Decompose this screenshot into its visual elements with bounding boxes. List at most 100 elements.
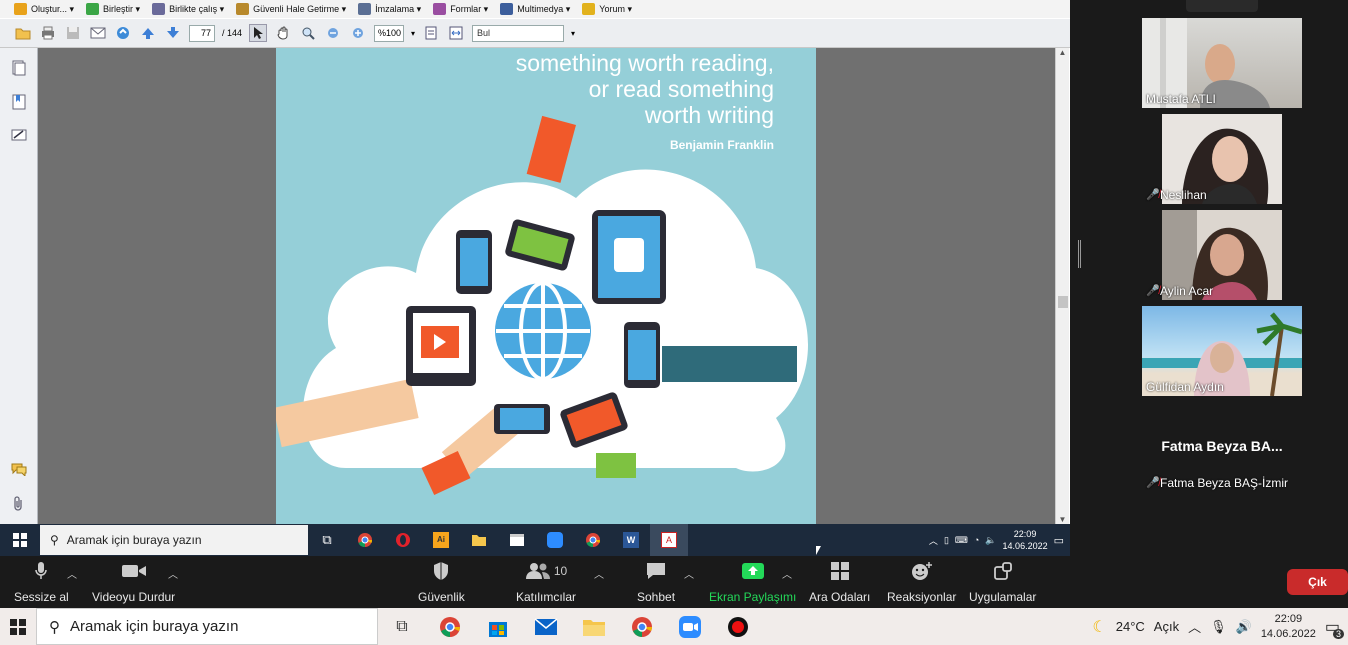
- participant-tile[interactable]: 🎤̸ Aylin Acar: [1142, 210, 1302, 300]
- fit-width-icon[interactable]: [447, 24, 465, 42]
- share-options-chevron-icon[interactable]: ︿: [782, 566, 792, 581]
- menu-combine[interactable]: Birleştir ▾: [86, 3, 140, 15]
- open-folder-icon[interactable]: [14, 24, 32, 42]
- zoom-dropdown-icon[interactable]: ▾: [411, 29, 415, 38]
- leave-meeting-button[interactable]: Çık: [1287, 569, 1348, 595]
- form-icon: [433, 3, 447, 15]
- wifi-icon[interactable]: ◔: [974, 535, 979, 545]
- scrollbar-thumb[interactable]: [1058, 296, 1068, 308]
- illustrator-icon[interactable]: Ai: [422, 524, 460, 556]
- acrobat-icon[interactable]: A: [650, 524, 688, 556]
- volume-icon[interactable]: 🔈: [985, 535, 996, 546]
- menu-forms[interactable]: Formlar ▾: [433, 3, 488, 15]
- page-number-input[interactable]: 77: [189, 24, 215, 42]
- taskbar-clock[interactable]: 22:09 14.06.2022: [1261, 612, 1316, 642]
- weather-desc[interactable]: Açık: [1154, 619, 1179, 634]
- stop-video-button[interactable]: Videoyu Durdur: [92, 560, 175, 604]
- mute-options-chevron-icon[interactable]: ︿: [67, 566, 77, 581]
- participants-options-chevron-icon[interactable]: ︿: [594, 566, 604, 581]
- participant-tile[interactable]: Fatma Beyza BA... 🎤̸ Fatma Beyza BAŞ-İzmi…: [1142, 404, 1302, 492]
- attachments-panel-icon[interactable]: [10, 496, 28, 514]
- chrome-icon-2[interactable]: [574, 524, 612, 556]
- participant-tile[interactable]: 🎤̸ Neslihan: [1142, 114, 1302, 204]
- tray-device-icon[interactable]: ▯: [944, 535, 949, 546]
- show-hidden-icons-icon[interactable]: ︿: [1188, 617, 1201, 636]
- scroll-up-icon[interactable]: ▲: [1056, 48, 1069, 57]
- page-down-icon[interactable]: [164, 24, 182, 42]
- gallery-handle[interactable]: [1186, 0, 1258, 12]
- video-camera-icon: [121, 560, 147, 582]
- menu-multimedia[interactable]: Multimedya ▾: [500, 3, 570, 15]
- taskbar-search-box[interactable]: ⚲ Aramak için buraya yazın: [36, 608, 378, 645]
- task-view-icon[interactable]: ⧉: [378, 608, 426, 645]
- zoom-app-icon[interactable]: [666, 608, 714, 645]
- menu-collaborate[interactable]: Birlikte çalış ▾: [152, 3, 224, 15]
- volume-icon[interactable]: 🔊: [1236, 619, 1252, 635]
- screen-recorder-icon[interactable]: [714, 608, 762, 645]
- opera-icon[interactable]: [384, 524, 422, 556]
- chat-button[interactable]: Sohbet: [637, 560, 675, 604]
- zoom-app-icon[interactable]: [536, 524, 574, 556]
- weather-temp[interactable]: 24°C: [1116, 619, 1145, 634]
- scroll-down-icon[interactable]: ▼: [1056, 515, 1069, 524]
- participants-button[interactable]: 10 Katılımcılar: [516, 560, 576, 604]
- find-input[interactable]: Bul: [472, 24, 565, 42]
- zoom-level-input[interactable]: %100: [374, 24, 405, 42]
- notification-icon[interactable]: ▭: [1054, 534, 1064, 547]
- mute-button[interactable]: Sessize al: [14, 560, 69, 604]
- shared-search-box[interactable]: ⚲ Aramak için buraya yazın: [40, 525, 308, 555]
- windows-start-icon[interactable]: [0, 608, 36, 645]
- menu-create[interactable]: Oluştur... ▾: [14, 3, 74, 15]
- chrome-icon[interactable]: [346, 524, 384, 556]
- video-options-chevron-icon[interactable]: ︿: [168, 566, 178, 581]
- participant-name: 🎤̸ Aylin Acar: [1146, 284, 1214, 298]
- mail-icon[interactable]: [522, 608, 570, 645]
- word-icon[interactable]: W: [612, 524, 650, 556]
- show-hidden-icons-icon[interactable]: ︿: [929, 534, 938, 547]
- acrobat-menubar: Oluştur... ▾ Birleştir ▾ Birlikte çalış …: [0, 0, 1070, 18]
- participant-tile[interactable]: Mustafa ATLI: [1142, 18, 1302, 108]
- apps-button[interactable]: Uygulamalar: [969, 560, 1036, 604]
- windows-start-icon[interactable]: [0, 524, 40, 556]
- bookmarks-panel-icon[interactable]: [10, 94, 28, 112]
- select-tool-icon[interactable]: [249, 24, 268, 42]
- signatures-panel-icon[interactable]: [10, 128, 28, 146]
- participant-tile[interactable]: Gülfidan Aydın: [1142, 306, 1302, 396]
- hand-tool-icon[interactable]: [274, 24, 292, 42]
- weather-moon-icon: ☾: [1092, 618, 1107, 636]
- sync-icon[interactable]: [114, 24, 132, 42]
- microphone-tray-icon[interactable]: 🎙: [1210, 619, 1227, 635]
- file-explorer-icon[interactable]: [570, 608, 618, 645]
- gallery-splitter[interactable]: [1078, 240, 1081, 268]
- task-view-icon[interactable]: ⧉: [308, 524, 346, 556]
- pages-panel-icon[interactable]: [10, 60, 28, 78]
- zoom-out-icon[interactable]: [324, 24, 342, 42]
- vertical-scrollbar[interactable]: ▲ ▼: [1055, 48, 1069, 524]
- menu-comment[interactable]: Yorum ▾: [582, 3, 632, 15]
- video-editor-icon[interactable]: [498, 524, 536, 556]
- comments-panel-icon[interactable]: [10, 462, 28, 480]
- chrome-profile-icon[interactable]: [426, 608, 474, 645]
- reactions-button[interactable]: Reaksiyonlar: [887, 560, 956, 604]
- find-dropdown-icon[interactable]: ▾: [571, 29, 575, 38]
- chat-options-chevron-icon[interactable]: ︿: [684, 566, 694, 581]
- page-up-icon[interactable]: [139, 24, 157, 42]
- microsoft-store-icon[interactable]: [474, 608, 522, 645]
- notifications-icon[interactable]: ▭ 3: [1325, 617, 1344, 639]
- menu-sign[interactable]: İmzalama ▾: [358, 3, 421, 15]
- breakout-rooms-icon: [830, 560, 850, 582]
- security-button[interactable]: Güvenlik: [418, 560, 465, 604]
- chrome-icon[interactable]: [618, 608, 666, 645]
- save-icon[interactable]: [64, 24, 82, 42]
- tray-language-icon[interactable]: ⌨: [955, 535, 968, 546]
- fit-page-icon[interactable]: [422, 24, 440, 42]
- menu-secure[interactable]: Güvenli Hale Getirme ▾: [236, 3, 346, 15]
- shared-clock[interactable]: 22:09 14.06.2022: [1003, 528, 1048, 552]
- zoom-tool-icon[interactable]: [299, 24, 317, 42]
- breakout-rooms-button[interactable]: Ara Odaları: [809, 560, 870, 604]
- zoom-in-icon[interactable]: [349, 24, 367, 42]
- file-explorer-icon[interactable]: [460, 524, 498, 556]
- print-icon[interactable]: [39, 24, 57, 42]
- email-icon[interactable]: [89, 24, 107, 42]
- lock-icon: [236, 3, 250, 15]
